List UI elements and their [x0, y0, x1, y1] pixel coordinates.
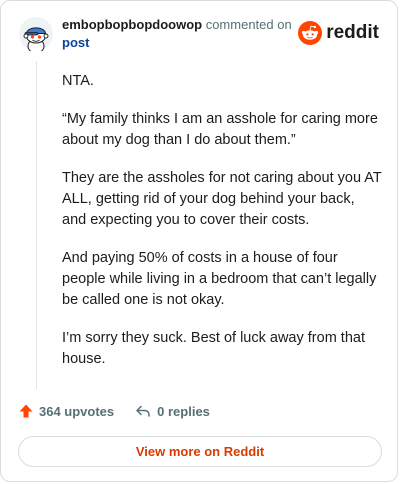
replies-button[interactable]: 0 replies — [135, 403, 210, 419]
comment-paragraph: I’m sorry they suck. Best of luck away f… — [62, 330, 365, 367]
comment-author[interactable]: embopbopbopdoowop — [62, 17, 202, 32]
upvote-arrow-icon — [19, 404, 33, 418]
comment-body: NTA. “My family thinks I am an asshole f… — [62, 71, 382, 387]
comment-paragraph: NTA. — [62, 73, 94, 89]
embedded-comment-card: embopbopbopdoowop commented on post redd… — [0, 0, 398, 482]
view-more-on-reddit-button[interactable]: View more on Reddit — [18, 436, 382, 467]
thread-line — [36, 61, 37, 389]
reddit-logo[interactable]: reddit — [298, 21, 379, 45]
snoo-avatar-icon — [19, 17, 53, 54]
reddit-snoo-icon — [298, 21, 323, 45]
upvote-button[interactable]: 364 upvotes — [18, 403, 114, 419]
comment-actions: 364 upvotes 0 replies — [18, 401, 210, 421]
comment-paragraph: “My family thinks I am an asshole for ca… — [62, 111, 378, 148]
comment-action-text: commented on — [205, 17, 292, 32]
comment-header: embopbopbopdoowop commented on post — [62, 16, 292, 52]
comment-paragraph: And paying 50% of costs in a house of fo… — [62, 250, 377, 308]
reddit-wordmark: reddit — [326, 22, 379, 43]
reply-count: 0 replies — [157, 403, 210, 419]
reply-arrow-icon — [136, 405, 150, 417]
post-link[interactable]: post — [62, 34, 292, 52]
comment-paragraph: They are the assholes for not caring abo… — [62, 170, 382, 228]
upvote-count: 364 upvotes — [39, 403, 115, 419]
user-avatar[interactable] — [19, 17, 53, 54]
